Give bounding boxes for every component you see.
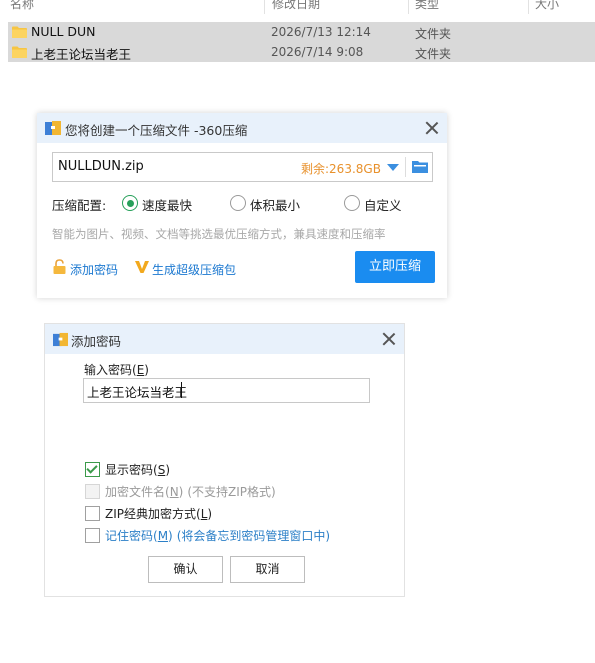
show-password-label[interactable]: 显示密码(S)	[105, 461, 170, 478]
field-divider	[405, 157, 406, 177]
lock-icon	[53, 259, 66, 274]
zip-classic-label[interactable]: ZIP经典加密方式(L)	[105, 505, 212, 522]
cancel-button[interactable]: 取消	[230, 556, 305, 583]
remember-password-label[interactable]: 记住密码(M) (将会备忘到密码管理窗口中)	[105, 527, 330, 544]
radio-smallest-label[interactable]: 体积最小	[250, 195, 300, 214]
archive-path-field[interactable]: NULLDUN.zip 剩余:263.8GB	[52, 152, 433, 182]
chevron-down-icon[interactable]	[387, 164, 399, 171]
confirm-button[interactable]: 确认	[148, 556, 223, 583]
column-type[interactable]: 类型	[415, 0, 439, 12]
folder-browse-icon[interactable]	[412, 160, 428, 173]
password-dialog-title: 添加密码	[71, 334, 122, 349]
password-input-label: 输入密码(E)	[84, 363, 149, 377]
zip-classic-checkbox[interactable]	[85, 506, 100, 521]
column-divider[interactable]	[528, 0, 529, 14]
file-type: 文件夹	[415, 27, 452, 41]
folder-icon	[12, 26, 27, 38]
v-badge-icon	[135, 261, 149, 273]
super-package-link[interactable]: 生成超级压缩包	[152, 261, 236, 278]
compress-hint: 智能为图片、视频、文档等挑选最优压缩方式，兼具速度和压缩率	[52, 227, 386, 241]
text-caret	[181, 382, 182, 398]
column-divider[interactable]	[264, 0, 265, 14]
column-header: 名称 修改日期 类型 大小	[0, 0, 595, 14]
free-space-label: 剩余:263.8GB	[301, 162, 381, 176]
folder-icon	[12, 46, 27, 58]
close-icon[interactable]	[382, 332, 396, 346]
file-date: 2026/7/14 9:08	[271, 45, 364, 59]
radio-fastest-label[interactable]: 速度最快	[142, 195, 192, 214]
radio-smallest[interactable]	[230, 195, 246, 211]
remember-password-checkbox[interactable]	[85, 528, 100, 543]
column-name[interactable]: 名称	[10, 0, 34, 12]
compress-dialog: 您将创建一个压缩文件 -360压缩 NULLDUN.zip 剩余:263.8GB…	[37, 113, 447, 298]
close-icon[interactable]	[425, 121, 439, 135]
360-zip-icon	[53, 332, 68, 347]
column-size[interactable]: 大小	[535, 0, 559, 12]
password-value[interactable]: 上老王论坛当老王	[87, 382, 187, 401]
column-date[interactable]: 修改日期	[272, 0, 320, 12]
radio-fastest[interactable]	[122, 195, 138, 211]
column-divider[interactable]	[408, 0, 409, 14]
password-dialog-titlebar[interactable]: 添加密码	[45, 324, 404, 354]
file-row-laowang[interactable]: 上老王论坛当老王 2026/7/14 9:08 文件夹	[8, 42, 595, 62]
radio-custom[interactable]	[344, 195, 360, 211]
add-password-link[interactable]: 添加密码	[70, 261, 118, 278]
encrypt-filename-checkbox	[85, 484, 100, 499]
compress-dialog-title: 您将创建一个压缩文件 -360压缩	[65, 123, 248, 138]
360-zip-icon	[45, 121, 61, 135]
file-date: 2026/7/13 12:14	[271, 25, 371, 39]
show-password-checkbox[interactable]	[85, 462, 100, 477]
file-name: NULL DUN	[31, 24, 96, 39]
radio-custom-label[interactable]: 自定义	[364, 195, 402, 214]
file-type: 文件夹	[415, 47, 452, 61]
file-row-null-dun[interactable]: NULL DUN 2026/7/13 12:14 文件夹	[8, 22, 595, 42]
compress-dialog-titlebar[interactable]: 您将创建一个压缩文件 -360压缩	[37, 113, 447, 143]
add-password-dialog: 添加密码 输入密码(E) 上老王论坛当老王 显示密码(S) 加密文件名(N) (不…	[44, 323, 405, 597]
compress-now-button[interactable]: 立即压缩	[355, 251, 435, 283]
password-input[interactable]: 上老王论坛当老王	[83, 378, 370, 403]
encrypt-filename-label: 加密文件名(N) (不支持ZIP格式)	[105, 485, 276, 499]
compress-config-label: 压缩配置:	[52, 198, 107, 213]
file-name: 上老王论坛当老王	[31, 47, 132, 62]
archive-filename[interactable]: NULLDUN.zip	[58, 159, 144, 174]
